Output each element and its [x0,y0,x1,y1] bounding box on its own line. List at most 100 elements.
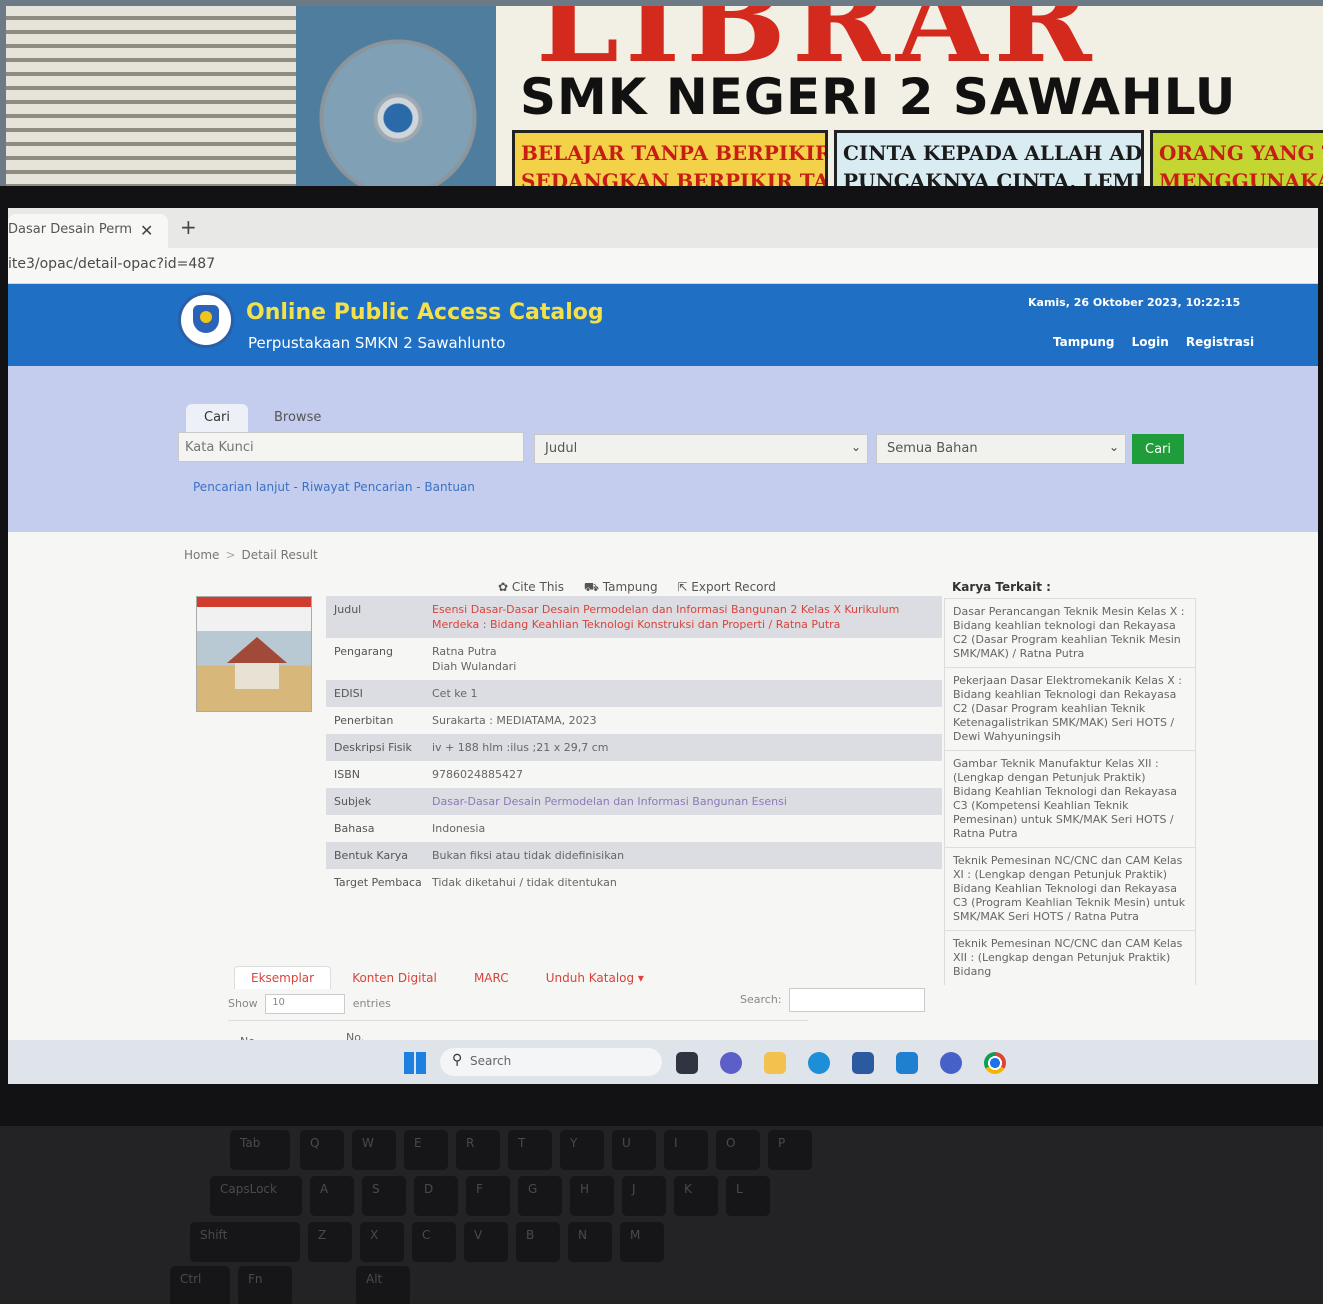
detail-value-authors[interactable]: Ratna Putra Diah Wulandari [432,644,516,674]
field-select[interactable]: Judul ⌄ [534,434,868,464]
tab-eksemplar[interactable]: Eksemplar [234,966,332,989]
breadcrumb-home[interactable]: Home [184,548,219,562]
app-a-icon[interactable] [940,1052,962,1074]
key-w: W [352,1130,396,1170]
store-icon[interactable] [852,1052,874,1074]
detail-row-bentuk: Bentuk Karya Bukan fiksi atau tidak dide… [326,842,942,869]
detail-label: ISBN [334,768,361,781]
nav-registrasi-link[interactable]: Registrasi [1186,335,1254,349]
key-k: K [674,1176,718,1216]
tab-unduh-katalog[interactable]: Unduh Katalog ▾ [530,967,660,989]
key-l: L [726,1176,770,1216]
detail-label: Bentuk Karya [334,849,408,862]
related-works-heading: Karya Terkait : [952,580,1051,594]
tab-marc[interactable]: MARC [458,967,525,989]
key-a: A [310,1176,354,1216]
key-t: T [508,1130,552,1170]
monitor-screen: Dasar Desain Perm ✕ + ite3/opac/detail-o… [8,208,1318,1084]
key-m: M [620,1222,664,1262]
detail-value-language: Indonesia [432,822,486,835]
tampung-button[interactable]: ⛟ Tampung [584,580,658,594]
key-tab: Tab [230,1130,290,1170]
key-j: J [622,1176,666,1216]
windows-taskbar: Search [8,1040,1318,1084]
entries-select[interactable]: 10 [265,994,346,1014]
related-item[interactable]: Dasar Perancangan Teknik Mesin Kelas X :… [944,598,1196,667]
chevron-down-icon: ⌄ [850,440,861,454]
breadcrumb-separator: > [225,548,236,562]
detail-row-isbn: ISBN 9786024885427 [326,761,942,788]
url-text[interactable]: ite3/opac/detail-opac?id=487 [8,256,215,272]
breadcrumb: Home > Detail Result [184,548,318,562]
holdings-tabs: Eksemplar Konten Digital MARC Unduh Kata… [234,966,660,989]
browser-tab-bar: Dasar Desain Perm ✕ + [8,208,1318,248]
breadcrumb-current: Detail Result [241,548,318,562]
close-icon[interactable]: ✕ [140,221,153,240]
site-header: Online Public Access Catalog Perpustakaa… [8,284,1318,366]
key-o: O [716,1130,760,1170]
header-datetime: Kamis, 26 Oktober 2023, 10:22:15 [1028,296,1241,309]
related-item[interactable]: Teknik Pemesinan NC/CNC dan CAM Kelas XI… [944,930,1196,985]
detail-row-deskripsi: Deskripsi Fisik iv + 188 hlm :ilus ;21 x… [326,734,942,761]
detail-value-title[interactable]: Esensi Dasar-Dasar Desain Permodelan dan… [432,602,934,632]
teams-icon[interactable] [720,1052,742,1074]
tab-konten-digital[interactable]: Konten Digital [336,967,453,989]
edge-icon[interactable] [808,1052,830,1074]
key-x: X [360,1222,404,1262]
library-banner: LIBRAR SMK NEGERI 2 SAWAHLU BELAJAR TANP… [496,6,1323,206]
detail-row-bahasa: Bahasa Indonesia [326,815,942,842]
tab-browse[interactable]: Browse [256,404,339,432]
table-search-input[interactable] [789,988,925,1012]
detail-row-penerbitan: Penerbitan Surakarta : MEDIATAMA, 2023 [326,707,942,734]
detail-value-subject[interactable]: Dasar-Dasar Desain Permodelan dan Inform… [432,794,787,809]
key-c: C [412,1222,456,1262]
table-search-label: Search: [740,993,782,1006]
search-button[interactable]: Cari [1132,434,1184,464]
app-l-icon[interactable] [896,1052,918,1074]
nav-tampung-link[interactable]: Tampung [1053,335,1115,349]
key-d: D [414,1176,458,1216]
record-actions: ✿ Cite This ⛟ Tampung ⇱ Export Record [498,580,792,596]
logo-icon [178,292,234,348]
detail-row-pengarang: Pengarang Ratna Putra Diah Wulandari [326,638,942,680]
material-select[interactable]: Semua Bahan ⌄ [876,434,1126,464]
cite-this-button[interactable]: ✿ Cite This [498,580,564,594]
site-title[interactable]: Online Public Access Catalog [246,300,604,325]
task-view-icon[interactable] [676,1052,698,1074]
detail-label: Subjek [334,795,372,808]
windows-start-icon[interactable] [404,1052,426,1074]
nav-login-link[interactable]: Login [1132,335,1169,349]
key-h: H [570,1176,614,1216]
key-g: G [518,1176,562,1216]
detail-value-edition: Cet ke 1 [432,687,478,700]
window-blinds [6,6,296,196]
keyword-input[interactable] [178,432,524,462]
related-item[interactable]: Teknik Pemesinan NC/CNC dan CAM Kelas XI… [944,847,1196,930]
new-tab-icon[interactable]: + [180,215,197,239]
key-y: Y [560,1130,604,1170]
taskbar-search[interactable]: Search [440,1048,662,1076]
key-z: Z [308,1222,352,1262]
address-bar[interactable]: ite3/opac/detail-opac?id=487 [8,248,1318,284]
export-record-button[interactable]: ⇱ Export Record [677,580,775,594]
advanced-search-links[interactable]: Pencarian lanjut - Riwayat Pencarian - B… [193,480,475,494]
related-item[interactable]: Pekerjaan Dasar Elektromekanik Kelas X :… [944,667,1196,750]
key-capslock: CapsLock [210,1176,302,1216]
detail-value-publisher: Surakarta : MEDIATAMA, 2023 [432,714,597,727]
detail-row-subjek: Subjek Dasar-Dasar Desain Permodelan dan… [326,788,942,815]
chrome-icon[interactable] [984,1052,1006,1074]
detail-row-edisi: EDISI Cet ke 1 [326,680,942,707]
key-s: S [362,1176,406,1216]
detail-label: EDISI [334,687,363,700]
related-item[interactable]: Gambar Teknik Manufaktur Kelas XII : (Le… [944,750,1196,847]
file-explorer-icon[interactable] [764,1052,786,1074]
book-cover-image [196,596,312,712]
show-label: Show [228,997,258,1010]
key-v: V [464,1222,508,1262]
key-n: N [568,1222,612,1262]
tab-cari[interactable]: Cari [186,404,248,432]
chevron-down-icon: ⌄ [1108,440,1119,454]
entries-length-control: Show 10 entries [228,994,391,1014]
detail-row-target: Target Pembaca Tidak diketahui / tidak d… [326,869,942,896]
browser-tab[interactable]: Dasar Desain Perm ✕ [8,214,168,248]
